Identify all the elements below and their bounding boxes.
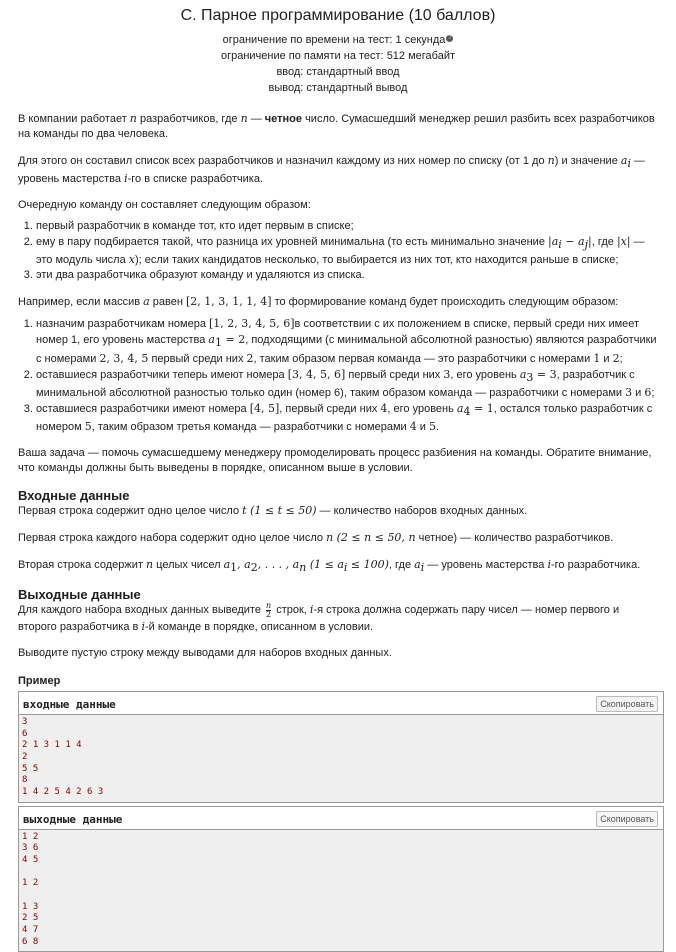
output-spec-line-1: Для каждого набора входных данных выведи…: [18, 601, 620, 634]
copy-output-button[interactable]: Скопировать: [596, 810, 658, 827]
legend-paragraph-4: Например, если массив a равен [2, 1, 3, …: [18, 295, 619, 309]
input-spec-line-3: Вторая строка содержит n целых чисел a1,…: [18, 557, 641, 575]
output-spec-line-2: Выводите пустую строку между выводами дл…: [18, 647, 392, 660]
list-item: оставшиеся разработчики имеют номера [4,…: [36, 401, 658, 435]
time-limit: ограничение по времени на тест: 1 секунд…: [222, 34, 454, 46]
example-output-header: выходные данные Скопировать: [19, 806, 663, 830]
legend-paragraph-2: Для этого он составил список всех разраб…: [18, 154, 646, 186]
example-steps-list: назначим разработчикам номера [1, 2, 3, …: [18, 316, 658, 435]
copy-input-button[interactable]: Скопировать: [596, 696, 658, 713]
problem-page: C. Парное программирование (10 баллов) о…: [0, 7, 676, 952]
example-output-box: выходные данные Скопировать 1 2 3 6 4 5 …: [18, 805, 664, 952]
input-file: ввод: стандартный ввод: [276, 66, 400, 78]
help-circle-icon[interactable]: ?: [446, 35, 454, 42]
example-input-label: входные данные: [23, 698, 116, 712]
example-input-header: входные данные Скопировать: [19, 692, 663, 716]
list-item: эти два разработчика образуют команду и …: [36, 268, 658, 283]
input-spec-title: Входные данные: [18, 487, 130, 503]
problem-limits: ограничение по времени на тест: 1 секунд…: [0, 32, 676, 96]
example-output-text[interactable]: 1 2 3 6 4 5 1 2 1 3 2 5 4 7 6 8: [19, 829, 663, 952]
list-item: первый разработчик в команде тот, кто ид…: [36, 219, 658, 234]
output-spec-title: Выходные данные: [18, 587, 141, 603]
memory-limit: ограничение по памяти на тест: 512 мегаб…: [220, 50, 456, 62]
output-file: вывод: стандартный вывод: [268, 82, 408, 94]
list-item: назначим разработчикам номера [1, 2, 3, …: [36, 316, 658, 366]
list-item: оставшиеся разработчики теперь имеют ном…: [36, 367, 658, 401]
example-title: Пример: [18, 675, 61, 688]
legend-paragraph-1: В компании работает n разработчиков, где…: [18, 112, 655, 140]
example-input-box: входные данные Скопировать 3 6 2 1 3 1 1…: [18, 691, 664, 803]
input-spec-line-1: Первая строка содержит одно целое число …: [18, 503, 528, 517]
rules-list: первый разработчик в команде тот, кто ид…: [18, 219, 658, 283]
fraction-n-over-2: n2: [266, 601, 272, 620]
legend-paragraph-5: Ваша задача — помочь сумасшедшему менедж…: [18, 446, 652, 474]
legend-paragraph-3: Очередную команду он составляет следующи…: [18, 199, 311, 212]
example-output-label: выходные данные: [23, 812, 123, 826]
list-item: ему в пару подбирается такой, что разниц…: [36, 234, 658, 268]
problem-statement: В компании работает n разработчиков, где…: [0, 111, 676, 952]
example-input-text[interactable]: 3 6 2 1 3 1 1 4 2 5 5 8 1 4 2 5 4 2 6 3: [19, 715, 663, 802]
problem-title: C. Парное программирование (10 баллов): [180, 7, 496, 24]
input-spec-line-2: Первая строка каждого набора содержит од…: [18, 530, 614, 544]
